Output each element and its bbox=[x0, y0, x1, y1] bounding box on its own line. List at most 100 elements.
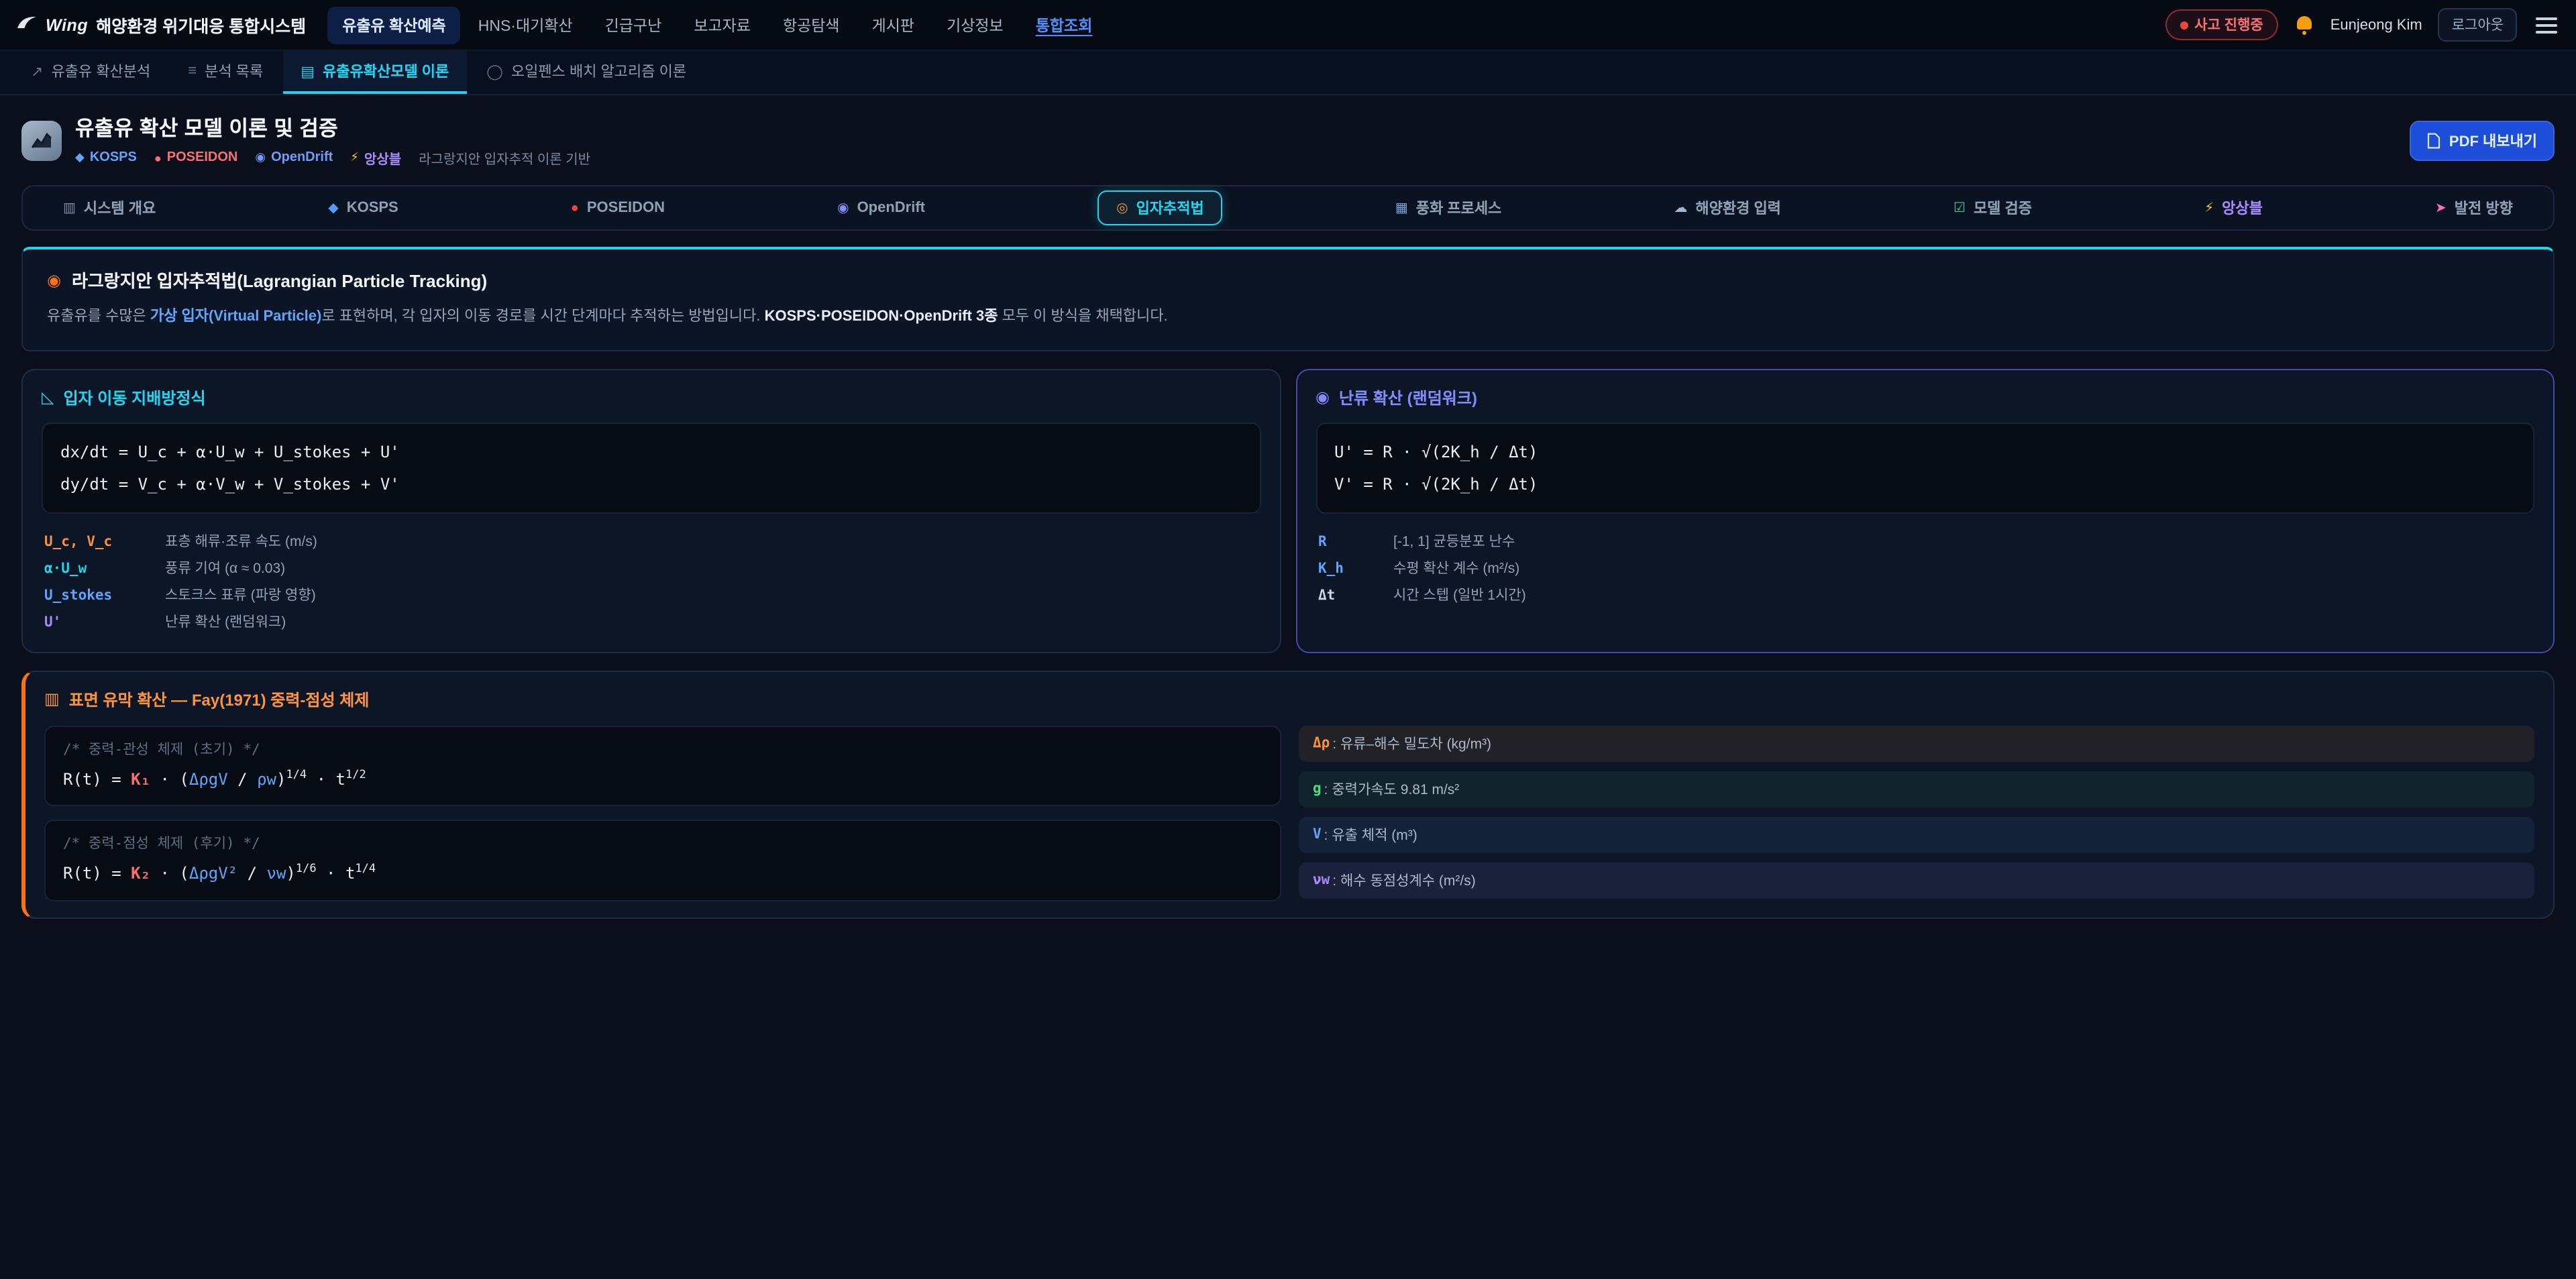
definition-row: νw : 해수 동점성계수 (m²/s) bbox=[1298, 862, 2534, 898]
nav-item-emergency-rescue[interactable]: 긴급구난 bbox=[590, 6, 677, 44]
app-logo: Wing 해양환경 위기대응 통합시스템 bbox=[16, 12, 306, 38]
logo-text: Wing bbox=[46, 15, 88, 34]
bell-clapper bbox=[2302, 31, 2306, 35]
legend-row: U_c, V_c 표층 해류·조류 속도 (m/s) bbox=[42, 528, 1260, 555]
tab-label: 유출유 확산분석 bbox=[51, 60, 150, 82]
red-dot-icon: ● bbox=[154, 151, 162, 164]
section-pill-future-direction[interactable]: ➤발전 방향 bbox=[2435, 197, 2513, 219]
code-comment: /* 중력-관성 체제 (초기) */ bbox=[63, 737, 1262, 764]
bell-body bbox=[2297, 16, 2312, 30]
rocket-icon: ➤ bbox=[2435, 201, 2447, 215]
bar-chart-icon: ▥ bbox=[44, 689, 60, 708]
page-title: 유출유 확산 모델 이론 및 검증 bbox=[75, 113, 590, 142]
incident-dot-icon bbox=[2180, 21, 2188, 29]
monitor-icon: ▥ bbox=[63, 201, 76, 215]
card-title: ◉ 난류 확산 (랜덤워크) bbox=[1316, 386, 2534, 408]
pdf-export-button[interactable]: PDF 내보내기 bbox=[2410, 120, 2555, 160]
nav-item-reports[interactable]: 보고자료 bbox=[679, 6, 765, 44]
incident-status-label: 사고 진행중 bbox=[2194, 15, 2263, 35]
legend-row: U_stokes 스토크스 표류 (파랑 영향) bbox=[42, 581, 1260, 608]
nav-item-weather-info[interactable]: 기상정보 bbox=[932, 6, 1018, 44]
document-icon: ▤ bbox=[301, 62, 315, 80]
tab-spill-analysis[interactable]: ↗ 유출유 확산분석 bbox=[13, 51, 168, 94]
tab-label: 유출유확산모델 이론 bbox=[323, 60, 449, 82]
code-comment: /* 중력-점성 체제 (후기) */ bbox=[63, 832, 1262, 859]
tabbar: ↗ 유출유 확산분석 ≡ 분석 목록 ▤ 유출유확산모델 이론 ◯ 오일펜스 배… bbox=[0, 51, 2576, 95]
logout-button[interactable]: 로그아웃 bbox=[2438, 8, 2517, 42]
gravity-inertia-code: /* 중력-관성 체제 (초기) */ R(t) = K₁ · (ΔρgV / … bbox=[44, 725, 1281, 806]
orange-dot-icon: ◉ bbox=[47, 270, 61, 289]
wing-logo-icon bbox=[16, 15, 38, 35]
tab-diffusion-model-theory[interactable]: ▤ 유출유확산모델 이론 bbox=[283, 51, 466, 94]
legend-row: Δt 시간 스텝 (일반 1시간) bbox=[1316, 581, 2534, 608]
cloud-icon: ☁ bbox=[1674, 201, 1687, 215]
formula-line: R(t) = K₂ · (ΔρgV² / νw)1/6 · t1/4 bbox=[63, 859, 1262, 890]
incident-status-badge[interactable]: 사고 진행중 bbox=[2165, 9, 2277, 40]
stage: Wing 해양환경 위기대응 통합시스템 유출유 확산예측 HNS·대기확산 긴… bbox=[0, 0, 2576, 1279]
governing-equation-card: ◺ 입자 이동 지배방정식 dx/dt = U_c + α·U_w + U_st… bbox=[21, 368, 1281, 653]
equation-line: U' = R · √(2K_h / Δt) bbox=[1334, 435, 2516, 467]
tab-label: 오일펜스 배치 알고리즘 이론 bbox=[511, 60, 686, 82]
swirl-icon: ◉ bbox=[255, 150, 266, 165]
app-title: 해양환경 위기대응 통합시스템 bbox=[96, 12, 306, 38]
main-nav: 유출유 확산예측 HNS·대기확산 긴급구난 보고자료 항공탐색 게시판 기상정… bbox=[327, 0, 1107, 50]
section-heading: ◉ 라그랑지안 입자추적법(Lagrangian Particle Tracki… bbox=[47, 267, 2529, 292]
red-dot-icon: ● bbox=[571, 201, 579, 215]
equation-line: dx/dt = U_c + α·U_w + U_stokes + U' bbox=[60, 435, 1242, 467]
nav-item-integrated-search[interactable]: 통합조회 bbox=[1021, 6, 1108, 44]
lightning-icon: ⚡ bbox=[2204, 201, 2214, 215]
swirl-icon: ◉ bbox=[837, 201, 849, 215]
section-pill-marine-environment-input[interactable]: ☁해양환경 입력 bbox=[1674, 197, 1781, 219]
topbar: Wing 해양환경 위기대응 통합시스템 유출유 확산예측 HNS·대기확산 긴… bbox=[0, 0, 2576, 51]
governing-legend: U_c, V_c 표층 해류·조류 속도 (m/s) α·U_w 풍류 기여 (… bbox=[42, 528, 1260, 635]
definition-row: Δρ : 유류–해수 밀도차 (kg/m³) bbox=[1298, 725, 2534, 761]
grid-icon: ▦ bbox=[1395, 201, 1408, 215]
section-nav: ▥시스템 개요 ◆KOSPS ●POSEIDON ◉OpenDrift ◎입자추… bbox=[21, 185, 2555, 231]
tab-label: 분석 목록 bbox=[205, 60, 263, 82]
turbulence-legend: R [-1, 1] 균등분포 난수 K_h 수평 확산 계수 (m²/s) Δt… bbox=[1316, 528, 2534, 608]
equation-line: dy/dt = V_c + α·V_w + V_stokes + V' bbox=[60, 467, 1242, 500]
section-pill-opendrift[interactable]: ◉OpenDrift bbox=[837, 200, 925, 216]
nav-item-oil-spill-prediction[interactable]: 유출유 확산예측 bbox=[327, 6, 461, 44]
equation-line: V' = R · √(2K_h / Δt) bbox=[1334, 467, 2516, 500]
badge-ensemble: ⚡앙상블 bbox=[350, 148, 401, 168]
nav-item-aerial-search[interactable]: 항공탐색 bbox=[768, 6, 855, 44]
card-title: ▥ 표면 유막 확산 — Fay(1971) 중력-점성 체제 bbox=[44, 687, 2534, 710]
diamond-icon: ◆ bbox=[75, 150, 85, 165]
section-pill-weathering-process[interactable]: ▦풍화 프로세스 bbox=[1395, 197, 1501, 219]
badge-opendrift: ◉OpenDrift bbox=[255, 150, 333, 165]
tab-oil-fence-algorithm-theory[interactable]: ◯ 오일펜스 배치 알고리즘 이론 bbox=[469, 51, 704, 94]
page-chart-icon bbox=[21, 120, 62, 160]
fay-formulas: /* 중력-관성 체제 (초기) */ R(t) = K₁ · (ΔρgV / … bbox=[44, 725, 1281, 901]
card-title: ◺ 입자 이동 지배방정식 bbox=[42, 386, 1260, 408]
gravity-viscous-code: /* 중력-점성 체제 (후기) */ R(t) = K₂ · (ΔρgV² /… bbox=[44, 820, 1281, 901]
section-pill-model-validation[interactable]: ☑모델 검증 bbox=[1953, 197, 2032, 219]
check-icon: ☑ bbox=[1953, 201, 1966, 215]
tab-analysis-list[interactable]: ≡ 분석 목록 bbox=[170, 51, 280, 94]
model-badges: ◆KOSPS ●POSEIDON ◉OpenDrift ⚡앙상블 라그랑지안 입… bbox=[75, 148, 590, 168]
equation-cards-row: ◺ 입자 이동 지배방정식 dx/dt = U_c + α·U_w + U_st… bbox=[21, 368, 2555, 653]
section-pill-poseidon[interactable]: ●POSEIDON bbox=[571, 200, 665, 216]
circle-icon: ◯ bbox=[486, 62, 503, 80]
section-pill-kosps[interactable]: ◆KOSPS bbox=[328, 200, 398, 216]
random-walk-code: U' = R · √(2K_h / Δt) V' = R · √(2K_h / … bbox=[1316, 422, 2534, 513]
menu-icon[interactable] bbox=[2533, 10, 2560, 40]
swirl-icon: ◉ bbox=[1316, 388, 1330, 406]
diamond-icon: ◆ bbox=[328, 201, 338, 215]
legend-row: R [-1, 1] 균등분포 난수 bbox=[1316, 528, 2534, 555]
legend-row: K_h 수평 확산 계수 (m²/s) bbox=[1316, 555, 2534, 581]
nav-item-hns-atmospheric[interactable]: HNS·대기확산 bbox=[464, 6, 588, 44]
particle-icon: ◎ bbox=[1116, 201, 1128, 215]
fay-spreading-card: ▥ 표면 유막 확산 — Fay(1971) 중력-점성 체제 /* 중력-관성… bbox=[21, 670, 2555, 919]
badge-poseidon: ●POSEIDON bbox=[154, 150, 237, 165]
section-pill-system-overview[interactable]: ▥시스템 개요 bbox=[63, 197, 156, 219]
section-pill-particle-tracking[interactable]: ◎입자추적법 bbox=[1097, 190, 1223, 225]
fay-definitions: Δρ : 유류–해수 밀도차 (kg/m³) g : 중력가속도 9.81 m/… bbox=[1298, 725, 2534, 901]
notification-bell-icon[interactable] bbox=[2294, 15, 2314, 35]
section-pill-ensemble[interactable]: ⚡앙상블 bbox=[2204, 197, 2263, 219]
pdf-icon bbox=[2428, 132, 2441, 148]
nav-item-board[interactable]: 게시판 bbox=[857, 6, 930, 44]
user-name: Eunjeong Kim bbox=[2330, 17, 2422, 33]
formula-line: R(t) = K₁ · (ΔρgV / ρw)1/4 · t1/2 bbox=[63, 764, 1262, 795]
turbulent-diffusion-card: ◉ 난류 확산 (랜덤워크) U' = R · √(2K_h / Δt) V' … bbox=[1295, 368, 2555, 653]
